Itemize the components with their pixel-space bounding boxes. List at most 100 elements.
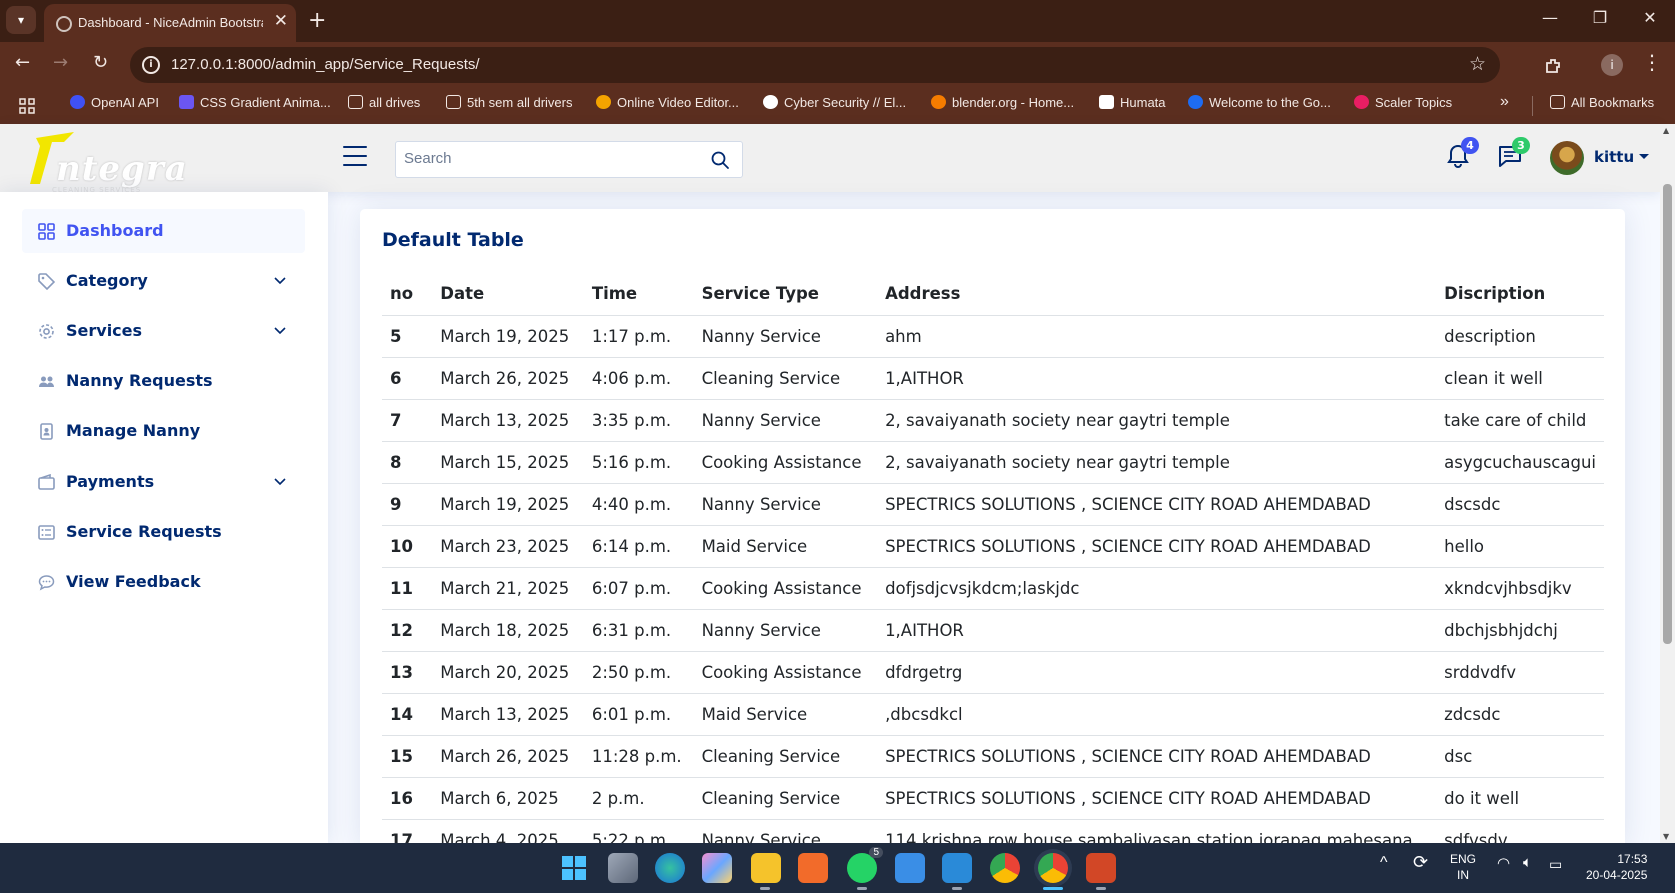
address-bar[interactable]: i 127.0.0.1:8000/admin_app/Service_Reque… — [130, 47, 1500, 83]
bookmark-item[interactable]: Scaler Topics — [1354, 95, 1452, 110]
video-editor-icon — [596, 95, 611, 109]
cell-time: 6:31 p.m. — [583, 609, 694, 652]
whatsapp-icon[interactable]: 5 — [847, 847, 883, 883]
site-info-icon[interactable]: i — [142, 56, 160, 74]
card-list-icon — [38, 525, 55, 540]
bookmark-item[interactable]: blender.org - Home... — [931, 95, 1074, 110]
sidebar-item-manage-nanny[interactable]: Manage Nanny — [22, 409, 305, 453]
powerpoint-icon[interactable] — [1086, 853, 1116, 883]
table-row: 10 March 23, 2025 6:14 p.m. Maid Service SPE… — [382, 525, 1604, 568]
cell-address: dfdrgetrg — [877, 651, 1437, 694]
postman-icon[interactable] — [798, 853, 828, 883]
bookmark-folder[interactable]: all drives — [348, 95, 420, 110]
service-requests-table: no Date Time Service Type Address Discri… — [382, 273, 1604, 849]
close-window-button[interactable]: ✕ — [1630, 8, 1670, 27]
cell-no: 14 — [382, 693, 433, 736]
vscode-icon[interactable] — [942, 853, 972, 883]
wifi-icon[interactable]: ◠ — [1497, 856, 1510, 872]
file-explorer-icon[interactable] — [751, 853, 781, 883]
sidebar-item-dashboard[interactable]: Dashboard — [22, 209, 305, 253]
cell-description: clean it well — [1436, 357, 1604, 400]
volume-icon[interactable]: 🔈︎ — [1523, 855, 1532, 871]
minimize-button[interactable]: — — [1530, 8, 1570, 27]
sidebar-item-service-requests[interactable]: Service Requests — [22, 510, 305, 554]
cell-date: March 15, 2025 — [432, 441, 584, 484]
cell-description: dbchjsbhjdchj — [1436, 609, 1604, 652]
clock[interactable]: 17:53 20-04-2025 — [1586, 851, 1647, 883]
cell-time: 6:14 p.m. — [583, 525, 694, 568]
wallet-icon — [38, 474, 55, 490]
cell-description: take care of child — [1436, 399, 1604, 442]
sidebar-item-view-feedback[interactable]: View Feedback — [22, 560, 305, 604]
sync-icon[interactable]: ⟳ — [1413, 853, 1428, 871]
cell-time: 4:40 p.m. — [583, 483, 694, 526]
logo[interactable]: ntegra CLEANING SERVICES — [22, 130, 187, 194]
sidebar-item-category[interactable]: Category — [22, 259, 305, 303]
default-table-card: Default Table no Date Time Service Type … — [360, 209, 1625, 849]
show-hidden-icons[interactable]: ^ — [1380, 855, 1388, 871]
store-icon[interactable] — [895, 853, 925, 883]
back-icon[interactable]: ← — [15, 52, 30, 73]
bookmark-item[interactable]: Cyber Security // El... — [763, 95, 906, 110]
cell-date: March 26, 2025 — [432, 357, 584, 400]
cyber-security-icon — [763, 95, 778, 109]
extensions-icon[interactable] — [1543, 56, 1563, 76]
restore-button[interactable]: ❐ — [1580, 8, 1620, 27]
chrome-icon[interactable] — [990, 853, 1020, 883]
blender-icon — [931, 95, 946, 109]
scroll-up-arrow-icon[interactable]: ▲ — [1663, 126, 1669, 135]
sidebar-item-services[interactable]: Services — [22, 309, 305, 353]
more-bookmarks-icon[interactable]: » — [1500, 93, 1509, 111]
toggle-sidebar-button[interactable] — [343, 146, 367, 166]
browser-tab[interactable]: Dashboard - NiceAdmin Bootstrap Template… — [44, 4, 296, 42]
bookmark-item[interactable]: Humata — [1099, 95, 1166, 110]
sidebar-item-nanny-requests[interactable]: Nanny Requests — [22, 359, 305, 403]
new-tab-button[interactable]: + — [308, 8, 326, 33]
scrollbar-thumb[interactable] — [1663, 184, 1672, 644]
cell-address: 1,AITHOR — [877, 357, 1437, 400]
search-icon[interactable] — [710, 150, 730, 170]
task-view-icon[interactable] — [608, 853, 638, 883]
menu-kebab-icon[interactable]: ⋮ — [1642, 50, 1662, 74]
cell-address: ,dbcsdkcl — [877, 693, 1437, 736]
profile-icon[interactable]: i — [1601, 54, 1623, 76]
cell-no: 5 — [382, 315, 433, 358]
edge-icon[interactable] — [655, 853, 685, 883]
language-indicator[interactable]: ENG IN — [1450, 851, 1476, 883]
chrome-active-icon[interactable] — [1038, 853, 1068, 883]
app-header: ntegra CLEANING SERVICES 4 3 kittu — [0, 124, 1660, 194]
bookmark-item[interactable]: Welcome to the Go... — [1188, 95, 1331, 110]
notifications-button[interactable]: 4 — [1446, 137, 1479, 171]
copilot-icon[interactable] — [702, 853, 732, 883]
bookmark-item[interactable]: Online Video Editor... — [596, 95, 739, 110]
tab-search-button[interactable]: ▾ — [6, 6, 36, 34]
bookmark-item[interactable]: CSS Gradient Anima... — [179, 95, 331, 110]
battery-icon[interactable]: ▭ — [1549, 856, 1562, 872]
cell-service-type: Cooking Assistance — [693, 441, 878, 484]
bookmarks-bar: OpenAI API CSS Gradient Anima... all dri… — [0, 88, 1675, 124]
profile-dropdown[interactable]: kittu — [1594, 148, 1649, 166]
sidebar-item-payments[interactable]: Payments — [22, 460, 305, 504]
forward-icon[interactable]: → — [53, 52, 68, 73]
reload-icon[interactable]: ↻ — [93, 52, 108, 73]
bookmark-star-icon[interactable]: ☆ — [1469, 53, 1486, 75]
messages-button[interactable]: 3 — [1497, 137, 1530, 171]
chat-icon — [38, 575, 55, 591]
search-input[interactable] — [404, 150, 684, 167]
humata-icon — [1099, 95, 1114, 109]
scroll-down-arrow-icon[interactable]: ▼ — [1663, 832, 1669, 841]
close-tab-icon[interactable]: ✕ — [274, 11, 288, 31]
running-indicator — [857, 887, 867, 890]
all-bookmarks-button[interactable]: All Bookmarks — [1550, 95, 1654, 110]
apps-grid-icon[interactable] — [19, 98, 35, 114]
bookmark-item[interactable]: OpenAI API — [70, 95, 159, 110]
cell-no: 10 — [382, 525, 433, 568]
bookmark-folder[interactable]: 5th sem all drivers — [446, 95, 572, 110]
windows-start-icon[interactable] — [561, 855, 587, 881]
table-body: 5 March 19, 2025 1:17 p.m. Nanny Service ahm… — [382, 315, 1604, 849]
cell-no: 9 — [382, 483, 433, 526]
avatar[interactable] — [1550, 141, 1584, 175]
page-scrollbar[interactable]: ▲ ▼ — [1660, 124, 1675, 843]
folder-icon — [446, 95, 461, 109]
cell-service-type: Cleaning Service — [693, 735, 878, 778]
